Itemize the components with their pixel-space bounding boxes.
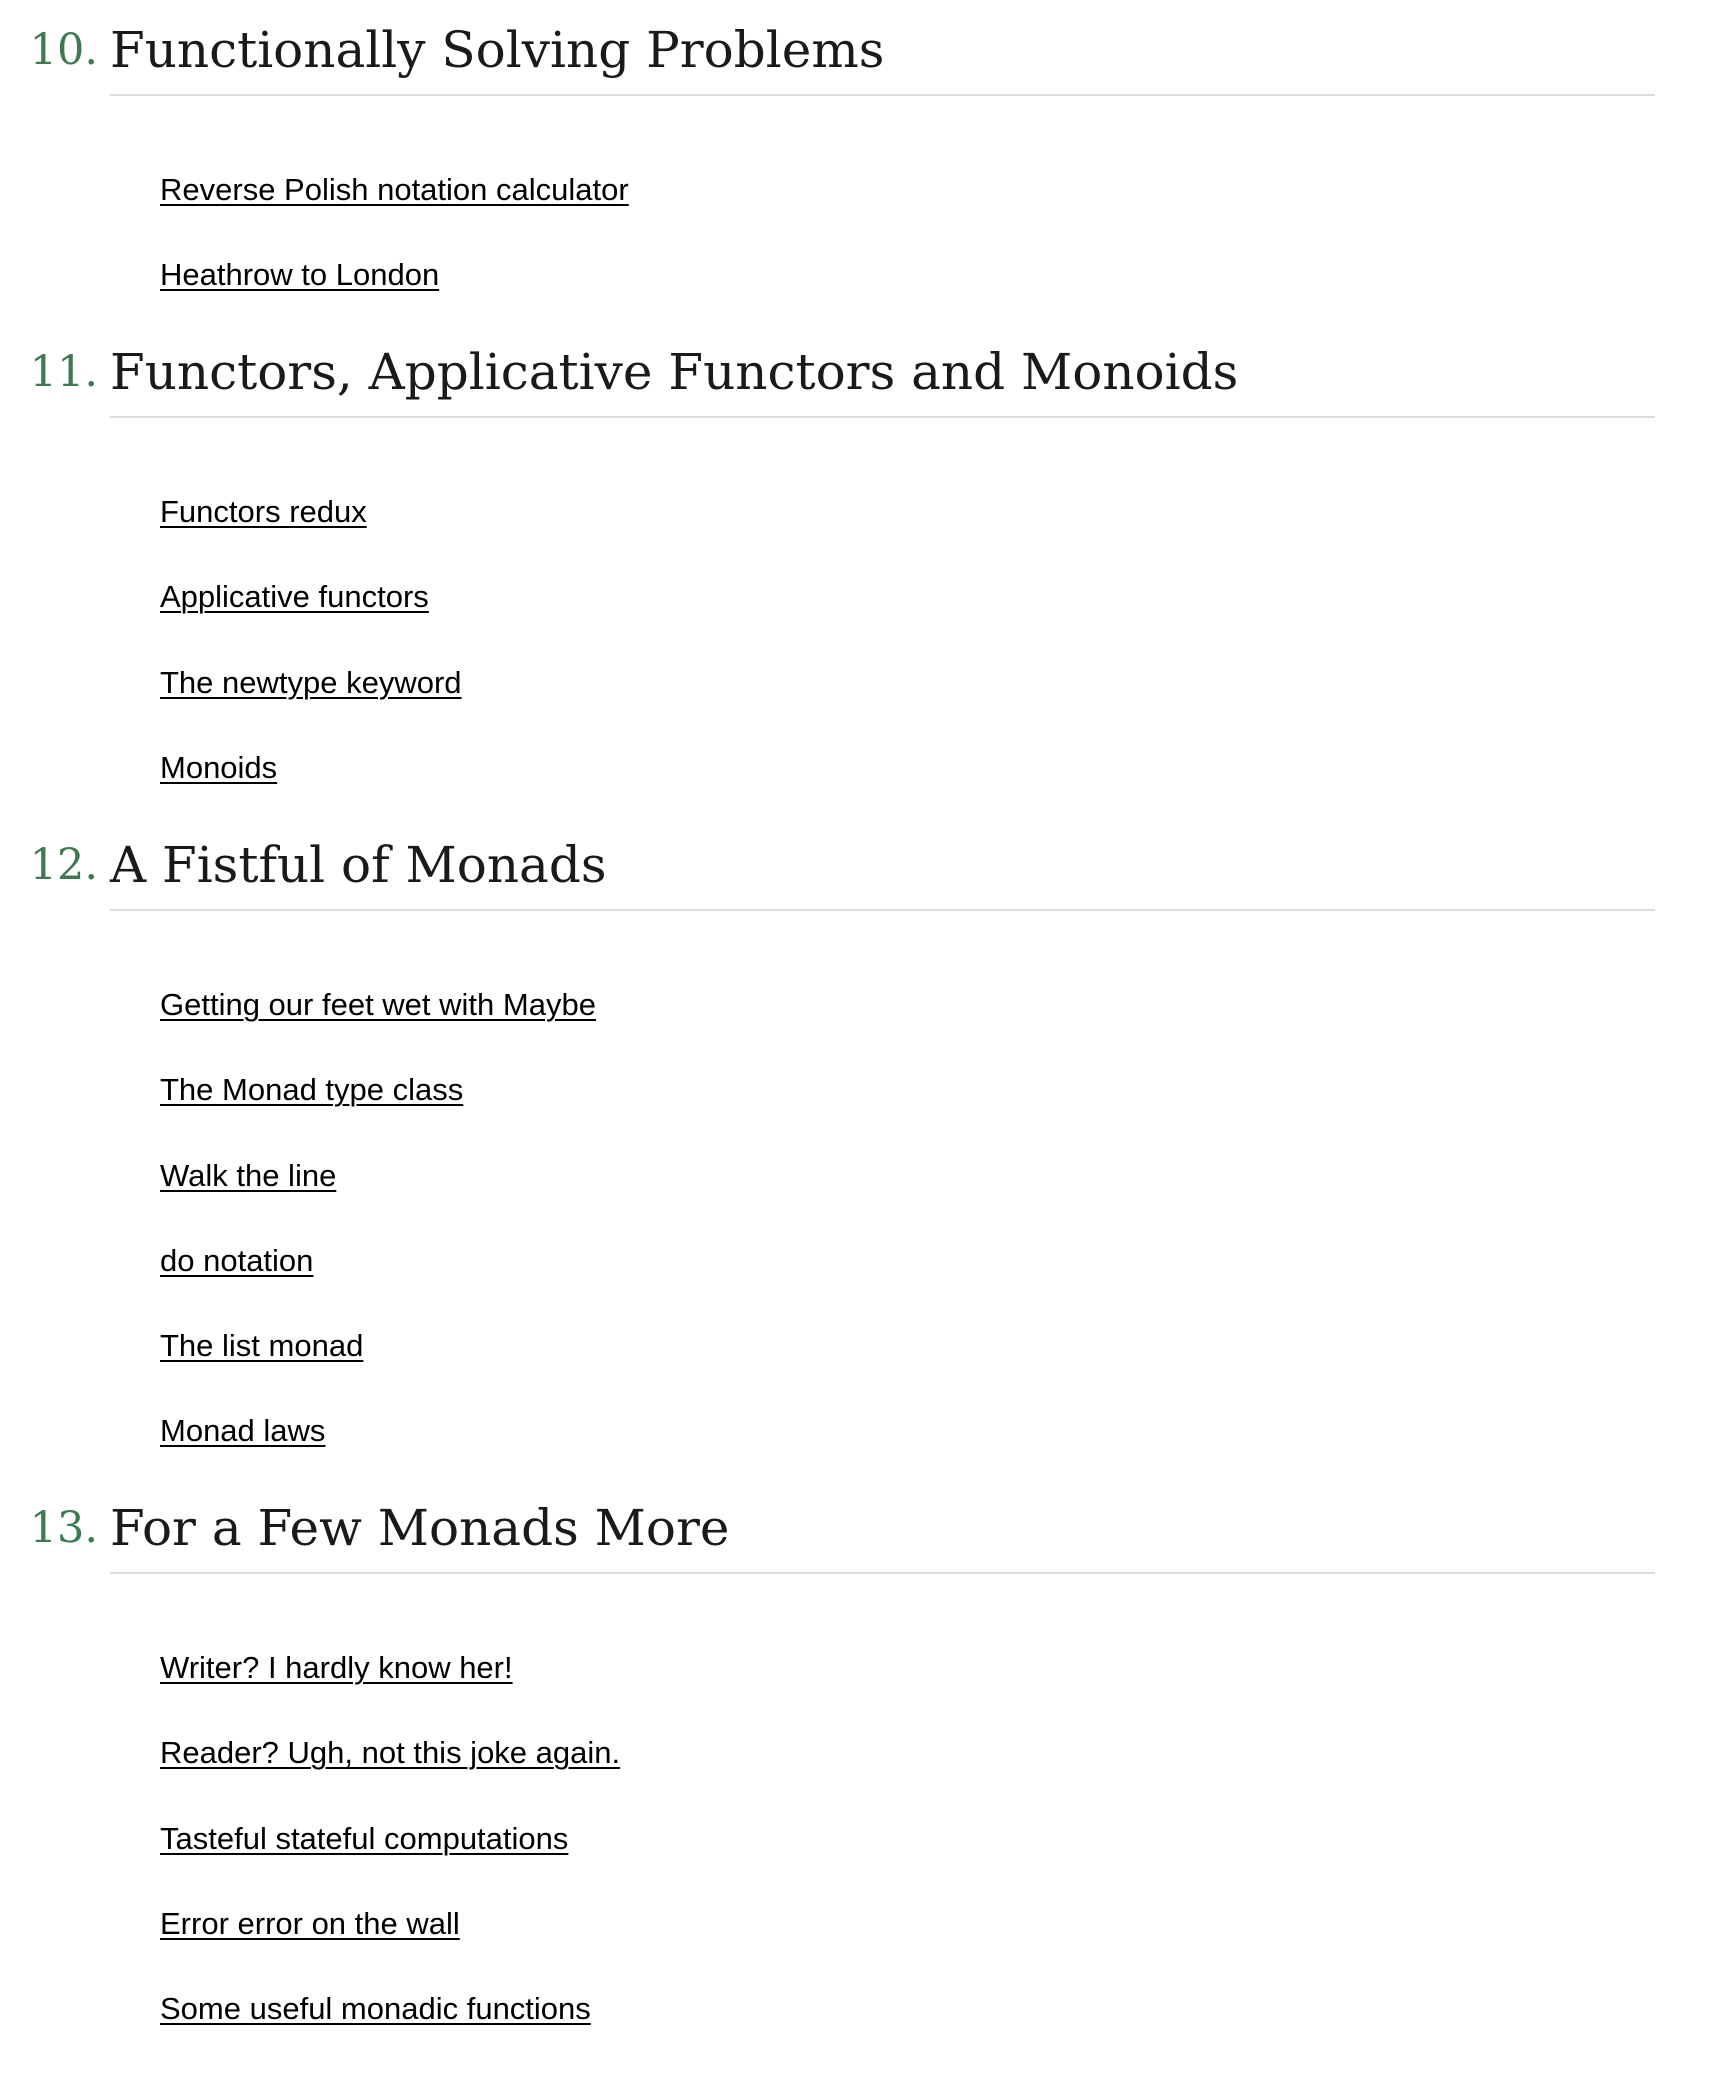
section-link-functors-redux[interactable]: Functors redux xyxy=(160,494,367,529)
chapter-heading: 13. For a Few Monads More xyxy=(0,1498,1720,1578)
chapter-title: A Fistful of Monads xyxy=(110,836,607,894)
list-item: Heathrow to London xyxy=(160,255,629,340)
section-link-newtype-keyword[interactable]: The newtype keyword xyxy=(160,665,462,700)
section-link-reader[interactable]: Reader? Ugh, not this joke again. xyxy=(160,1735,620,1770)
chapter-heading: 11. Functors, Applicative Functors and M… xyxy=(0,342,1720,422)
section-link-error-error-on-the-wall[interactable]: Error error on the wall xyxy=(160,1906,460,1941)
section-link-reverse-polish-notation-calculator[interactable]: Reverse Polish notation calculator xyxy=(160,172,629,207)
list-item: Monad laws xyxy=(160,1411,596,1496)
list-item: Monoids xyxy=(160,748,462,833)
section-list: Reverse Polish notation calculator Heath… xyxy=(160,170,629,341)
chapter-number: 13. xyxy=(29,1503,98,1553)
section-link-getting-our-feet-wet-with-maybe[interactable]: Getting our feet wet with Maybe xyxy=(160,987,596,1022)
section-list: Functors redux Applicative functors The … xyxy=(160,492,462,833)
chapter-heading: 10. Functionally Solving Problems xyxy=(0,20,1720,100)
chapter-divider xyxy=(110,909,1655,911)
chapter-title: Functors, Applicative Functors and Monoi… xyxy=(110,343,1239,401)
section-link-monad-type-class[interactable]: The Monad type class xyxy=(160,1072,463,1107)
list-item: Writer? I hardly know her! xyxy=(160,1648,620,1733)
chapter-divider xyxy=(110,416,1655,418)
section-link-do-notation[interactable]: do notation xyxy=(160,1243,313,1278)
chapter-divider xyxy=(110,1572,1655,1574)
list-item: Tasteful stateful computations xyxy=(160,1819,620,1904)
section-link-tasteful-stateful-computations[interactable]: Tasteful stateful computations xyxy=(160,1821,568,1856)
list-item: The newtype keyword xyxy=(160,663,462,748)
list-item: The Monad type class xyxy=(160,1070,596,1155)
section-list: Getting our feet wet with Maybe The Mona… xyxy=(160,985,596,1497)
chapter-title: Functionally Solving Problems xyxy=(110,21,885,79)
section-link-walk-the-line[interactable]: Walk the line xyxy=(160,1158,336,1193)
chapter-divider xyxy=(110,94,1655,96)
chapter-number: 10. xyxy=(29,25,98,75)
section-link-writer[interactable]: Writer? I hardly know her! xyxy=(160,1650,513,1685)
list-item: Getting our feet wet with Maybe xyxy=(160,985,596,1070)
list-item: Reverse Polish notation calculator xyxy=(160,170,629,255)
list-item: Some useful monadic functions xyxy=(160,1989,620,2074)
list-item: do notation xyxy=(160,1241,596,1326)
list-item: Functors redux xyxy=(160,492,462,577)
list-item: Reader? Ugh, not this joke again. xyxy=(160,1733,620,1818)
section-list: Writer? I hardly know her! Reader? Ugh, … xyxy=(160,1648,620,2074)
section-link-heathrow-to-london[interactable]: Heathrow to London xyxy=(160,257,439,292)
section-link-list-monad[interactable]: The list monad xyxy=(160,1328,363,1363)
list-item: The list monad xyxy=(160,1326,596,1411)
list-item: Applicative functors xyxy=(160,577,462,662)
chapter-heading: 12. A Fistful of Monads xyxy=(0,835,1720,915)
chapter-number: 12. xyxy=(29,840,98,890)
section-link-monoids[interactable]: Monoids xyxy=(160,750,277,785)
list-item: Error error on the wall xyxy=(160,1904,620,1989)
list-item: Walk the line xyxy=(160,1156,596,1241)
section-link-applicative-functors[interactable]: Applicative functors xyxy=(160,579,429,614)
section-link-monad-laws[interactable]: Monad laws xyxy=(160,1413,325,1448)
section-link-some-useful-monadic-functions[interactable]: Some useful monadic functions xyxy=(160,1991,591,2026)
chapter-number: 11. xyxy=(29,347,98,397)
chapter-title: For a Few Monads More xyxy=(110,1499,730,1557)
